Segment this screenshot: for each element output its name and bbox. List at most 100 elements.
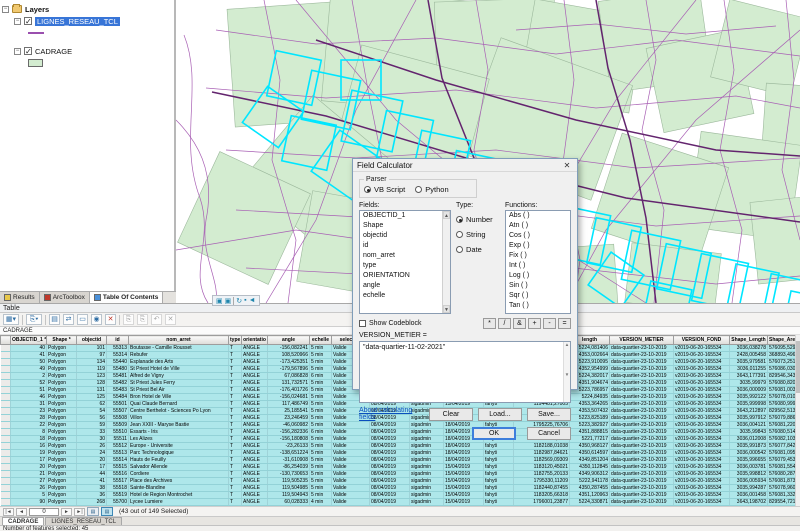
table-cell[interactable]: 17 (11, 457, 47, 464)
collapse-icon[interactable]: − (14, 48, 21, 55)
table-cell[interactable]: 36 (77, 492, 107, 499)
table-cell[interactable]: 40 (11, 345, 47, 352)
table-cell[interactable]: 1182899,40552 (514, 506, 570, 507)
expression-scrollbar[interactable]: ▲▼ (563, 342, 570, 402)
table-cell[interactable]: 56 (77, 415, 107, 422)
table-cell[interactable]: 15/04/2019 (444, 506, 484, 507)
table-cell[interactable]: 3035,996655 (730, 457, 768, 464)
tab-results[interactable]: Results (0, 292, 40, 303)
table-cell[interactable]: 3036,038278 (730, 345, 768, 352)
table-cell[interactable]: data-quartier-23-10-2019 (610, 352, 674, 359)
table-cell[interactable]: 829554,721369 (768, 499, 796, 506)
table-cell[interactable]: 128 (77, 380, 107, 387)
row-selector[interactable] (1, 387, 11, 394)
table-cell[interactable]: Cordiere (129, 471, 229, 478)
table-cell[interactable]: T (229, 443, 242, 450)
select-by-attributes-button[interactable]: ▤ (49, 314, 60, 325)
table-cell[interactable]: 55509 (107, 422, 129, 429)
table-cell[interactable]: v2019-06-20-165534 (674, 373, 730, 380)
radio-python[interactable]: Python (415, 185, 448, 194)
table-cell[interactable]: -156,024681 (268, 394, 310, 401)
table-cell[interactable]: 3036,001458 (730, 492, 768, 499)
table-cell[interactable]: St Priest Bel Air (129, 387, 229, 394)
table-cell[interactable]: 5 min (310, 471, 332, 478)
table-cell[interactable]: 576078,010305 (768, 394, 796, 401)
table-cell[interactable]: ANGLE (242, 499, 268, 506)
table-cell[interactable]: Polygon (47, 394, 77, 401)
column-header[interactable]: Shape_Area (768, 336, 796, 345)
table-cell[interactable]: 20 (11, 464, 47, 471)
function-item[interactable]: Tan ( ) (506, 301, 570, 311)
table-cell[interactable]: 55501 (107, 401, 129, 408)
table-cell[interactable]: v2019-06-20-165534 (674, 464, 730, 471)
table-cell[interactable]: Valide (332, 478, 370, 485)
table-cell[interactable]: Parilly - Universite (129, 506, 229, 507)
table-cell[interactable]: Place des Archives (129, 478, 229, 485)
about-calculating-fields-link[interactable]: About calculating fields (359, 407, 424, 421)
field-item[interactable]: angle (360, 281, 450, 291)
zoom-to-selected-button[interactable]: ◉ (91, 314, 102, 325)
table-cell[interactable]: 55507 (107, 408, 129, 415)
table-cell[interactable]: 55700 (107, 499, 129, 506)
table-cell[interactable]: 4350,112845 (570, 464, 610, 471)
table-row[interactable]: 27Polygon4155517Place des ArchivesTANGLE… (1, 478, 796, 485)
table-cell[interactable]: 08/04/2019 (370, 499, 410, 506)
table-cell[interactable]: 1796001,23877 (514, 499, 570, 506)
row-selector[interactable] (1, 492, 11, 499)
table-cell[interactable]: 5 min (310, 401, 332, 408)
table-cell[interactable]: 08/04/2019 (370, 492, 410, 499)
table-cell[interactable]: Valide (332, 450, 370, 457)
table-cell[interactable]: v2019-06-20-165534 (674, 478, 730, 485)
table-cell[interactable]: T (229, 450, 242, 457)
fields-listbox[interactable]: ▲ ▼ OBJECTID_1Shapeobjectididnom_arretty… (359, 210, 451, 314)
first-record-button[interactable]: |◄ (3, 508, 14, 516)
table-cell[interactable]: Valide (332, 485, 370, 492)
table-cell[interactable]: Polygon (47, 373, 77, 380)
row-selector[interactable] (1, 443, 11, 450)
table-cell[interactable]: Polygon (47, 345, 77, 352)
table-cell[interactable]: Polygon (47, 415, 77, 422)
table-cell[interactable]: v2019-06-20-165534 (674, 401, 730, 408)
table-cell[interactable]: 55515 (107, 464, 129, 471)
table-cell[interactable]: 90 (11, 499, 47, 506)
row-selector[interactable] (1, 464, 11, 471)
table-cell[interactable]: -86,254039 (268, 464, 310, 471)
table-cell[interactable]: 3035,99843 (730, 429, 768, 436)
row-selector[interactable] (1, 394, 11, 401)
table-cell[interactable]: data-quartier-23-10-2019 (610, 436, 674, 443)
column-header[interactable] (1, 336, 11, 345)
table-cell[interactable]: data-quartier-23-10-2019 (610, 450, 674, 457)
layer-symbol-row[interactable] (2, 57, 172, 69)
table-cell[interactable]: data-quartier-23-10-2019 (610, 408, 674, 415)
table-cell[interactable]: -31,610908 (268, 457, 310, 464)
function-item[interactable]: Exp ( ) (506, 241, 570, 251)
column-header[interactable]: id (107, 336, 129, 345)
table-cell[interactable]: Valide (332, 506, 370, 507)
table-cell[interactable]: T (229, 408, 242, 415)
table-cell[interactable]: ANGLE (242, 415, 268, 422)
collapse-icon[interactable]: − (14, 18, 21, 25)
layer-label[interactable]: LIGNES_RESEAU_TCL (35, 17, 120, 26)
table-cell[interactable]: v2019-06-20-165534 (674, 380, 730, 387)
table-cell[interactable]: 08/04/2019 (370, 471, 410, 478)
multiply-button[interactable]: * (483, 318, 496, 329)
table-cell[interactable]: data-quartier-23-10-2019 (610, 380, 674, 387)
table-cell[interactable]: v2019-06-20-165534 (674, 422, 730, 429)
table-cell[interactable]: Villon (129, 415, 229, 422)
table-cell[interactable]: 3035,998812 (730, 471, 768, 478)
table-cell[interactable]: 27 (11, 478, 47, 485)
table-cell[interactable]: 131,732571 (268, 380, 310, 387)
row-selector[interactable] (1, 436, 11, 443)
table-cell[interactable]: 5 min (310, 352, 332, 359)
table-cell[interactable]: v2019-06-20-165534 (674, 443, 730, 450)
scroll-up-icon[interactable]: ▲ (443, 211, 450, 219)
table-cell[interactable]: data-quartier-23-10-2019 (610, 492, 674, 499)
table-cell[interactable]: 117,486749 (268, 401, 310, 408)
table-cell[interactable]: 19 (11, 450, 47, 457)
table-cell[interactable]: T (229, 464, 242, 471)
table-cell[interactable]: T (229, 394, 242, 401)
table-cell[interactable]: 6 min (310, 429, 332, 436)
record-number-input[interactable]: 0 (29, 508, 59, 516)
table-cell[interactable]: data-quartier-23-10-2019 (610, 478, 674, 485)
table-cell[interactable]: -156,180808 (268, 436, 310, 443)
